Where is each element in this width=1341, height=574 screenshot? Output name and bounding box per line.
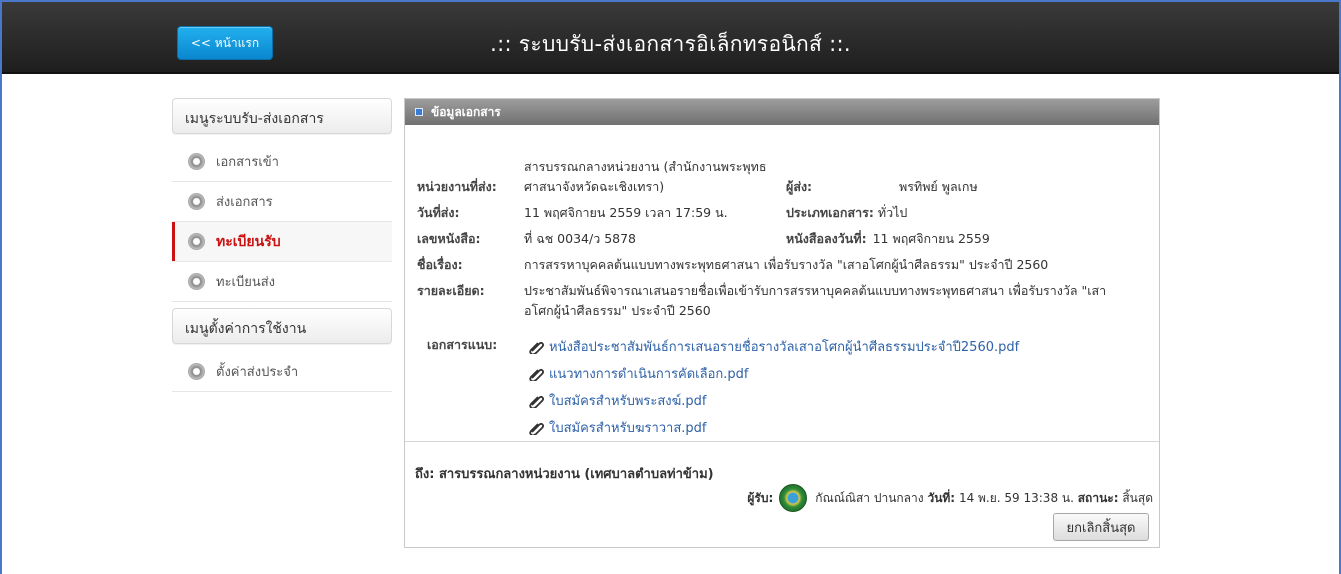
receive-date-label: วันที่: bbox=[927, 490, 956, 505]
receive-date: 14 พ.ย. 59 13:38 น. bbox=[958, 490, 1074, 505]
sidebar: เมนูระบบรับ-ส่งเอกสาร เอกสารเข้า ส่งเอกส… bbox=[172, 98, 392, 398]
subject-label: ชื่อเรื่อง: bbox=[417, 257, 463, 272]
radio-bullet-icon bbox=[188, 273, 205, 290]
sidebar-item-receive-register[interactable]: ทะเบียนรับ bbox=[172, 222, 392, 262]
sidebar-item-default-send[interactable]: ตั้งค่าส่งประจำ bbox=[172, 352, 392, 392]
doc-type-label: ประเภทเอกสาร: bbox=[786, 205, 874, 220]
attachment-link[interactable]: ใบสมัครสำหรับฆราวาส.pdf bbox=[529, 414, 1019, 441]
sender-name: พรทิพย์ พูลเกษ bbox=[899, 179, 978, 194]
detail-value: ประชาสัมพันธ์พิจารณาเสนอรายชื่อเพื่อเข้า… bbox=[524, 281, 1106, 321]
sidebar-item-label: ส่งเอกสาร bbox=[216, 195, 273, 210]
attachment-name: ใบสมัครสำหรับฆราวาส.pdf bbox=[549, 421, 707, 436]
status-label: สถานะ: bbox=[1077, 490, 1119, 505]
send-date-label: วันที่ส่ง: bbox=[417, 205, 460, 220]
radio-bullet-icon bbox=[188, 153, 205, 170]
detail-line1: ประชาสัมพันธ์พิจารณาเสนอรายชื่อเพื่อเข้า… bbox=[524, 283, 1107, 298]
document-panel: ข้อมูลเอกสาร หน่วยงานที่ส่ง: สารบรรณกลาง… bbox=[404, 98, 1160, 548]
status-value: สิ้นสุด bbox=[1122, 490, 1153, 505]
sidebar-item-send[interactable]: ส่งเอกสาร bbox=[172, 182, 392, 222]
attachment-name: แนวทางการดำเนินการคัดเลือก.pdf bbox=[549, 367, 749, 382]
paperclip-icon bbox=[529, 341, 545, 354]
doc-date-label: หนังสือลงวันที่: bbox=[786, 231, 867, 246]
subject-value: การสรรหาบุคคลต้นแบบทางพระพุทธศาสนา เพื่อ… bbox=[524, 257, 1049, 272]
sidebar-item-label: ตั้งค่าส่งประจำ bbox=[216, 365, 299, 380]
sidebar-item-inbox[interactable]: เอกสารเข้า bbox=[172, 142, 392, 182]
document-details: หน่วยงานที่ส่ง: สารบรรณกลางหน่วยงาน (สำน… bbox=[417, 157, 1147, 441]
attachment-link[interactable]: หนังสือประชาสัมพันธ์การเสนอรายชื่อรางวัล… bbox=[529, 333, 1019, 360]
panel-title: ข้อมูลเอกสาร bbox=[431, 104, 501, 119]
divider bbox=[405, 441, 1159, 442]
radio-bullet-icon bbox=[188, 363, 205, 380]
sidebar-item-label: ทะเบียนรับ bbox=[216, 233, 281, 250]
menu-section-settings-title: เมนูตั้งค่าการใช้งาน bbox=[172, 308, 392, 344]
app-header: << หน้าแรก .:: ระบบรับ-ส่งเอกสารอิเล็กทร… bbox=[2, 2, 1339, 74]
receiver-name: กัณณ์ณิสา ปานกลาง bbox=[815, 490, 924, 505]
send-date-value: 11 พฤศจิกายน 2559 เวลา 17:59 น. bbox=[524, 205, 728, 220]
attachment-link[interactable]: แนวทางการดำเนินการคัดเลือก.pdf bbox=[529, 360, 1019, 387]
detail-label: รายละเอียด: bbox=[417, 283, 485, 298]
detail-row-subject: ชื่อเรื่อง: การสรรหาบุคคลต้นแบบทางพระพุท… bbox=[417, 255, 1147, 275]
detail-row-sender: หน่วยงานที่ส่ง: สารบรรณกลางหน่วยงาน (สำน… bbox=[417, 157, 1147, 197]
agency-seal-icon bbox=[779, 484, 808, 512]
attachments-row: เอกสารแนบ: หนังสือประชาสัมพันธ์การเสนอรา… bbox=[417, 333, 1147, 441]
paperclip-icon bbox=[529, 395, 545, 408]
sender-unit-label: หน่วยงานที่ส่ง: bbox=[417, 179, 497, 194]
recipient-unit: ถึง: สารบรรณกลางหน่วยงาน (เทศบาลตำบลท่าข… bbox=[415, 467, 714, 482]
doc-type-value: ทั่วไป bbox=[877, 205, 908, 220]
sender-unit-line2: ศาสนาจังหวัดฉะเชิงเทรา) bbox=[524, 179, 665, 194]
sender-label: ผู้ส่ง: bbox=[786, 179, 813, 194]
detail-row-date: วันที่ส่ง: 11 พฤศจิกายน 2559 เวลา 17:59 … bbox=[417, 203, 1147, 223]
detail-row-description: รายละเอียด: ประชาสัมพันธ์พิจารณาเสนอรายช… bbox=[417, 281, 1147, 321]
attachment-name: หนังสือประชาสัมพันธ์การเสนอรายชื่อรางวัล… bbox=[549, 340, 1020, 355]
attachments-list: หนังสือประชาสัมพันธ์การเสนอรายชื่อรางวัล… bbox=[529, 333, 1019, 441]
radio-bullet-icon bbox=[188, 233, 205, 250]
detail-line2: อโศกผู้นำศีลธรรม" ประจำปี 2560 bbox=[524, 303, 711, 318]
sidebar-item-label: ทะเบียนส่ง bbox=[216, 275, 276, 290]
radio-bullet-icon bbox=[188, 193, 205, 210]
menu-list-documents: เอกสารเข้า ส่งเอกสาร ทะเบียนรับ ทะเบียนส… bbox=[172, 142, 392, 302]
attachments-label: เอกสารแนบ: bbox=[427, 337, 498, 352]
paperclip-icon bbox=[529, 368, 545, 381]
attachment-name: ใบสมัครสำหรับพระสงฆ์.pdf bbox=[549, 394, 707, 409]
doc-no-label: เลขหนังสือ: bbox=[417, 231, 481, 246]
attachment-link[interactable]: ใบสมัครสำหรับพระสงฆ์.pdf bbox=[529, 387, 1019, 414]
menu-section-documents-title: เมนูระบบรับ-ส่งเอกสาร bbox=[172, 98, 392, 134]
panel-header: ข้อมูลเอกสาร bbox=[405, 99, 1159, 125]
receipt-info: ผู้รับ: กัณณ์ณิสา ปานกลาง วันที่: 14 พ.ย… bbox=[747, 484, 1153, 512]
detail-row-docno: เลขหนังสือ: ที่ ฉช 0034/ว 5878 หนังสือลง… bbox=[417, 229, 1147, 249]
menu-list-settings: ตั้งค่าส่งประจำ bbox=[172, 352, 392, 392]
sender-unit-line1: สารบรรณกลางหน่วยงาน (สำนักงานพระพุทธ bbox=[524, 159, 767, 174]
app-title: .:: ระบบรับ-ส่งเอกสารอิเล็กทรอนิกส์ ::. bbox=[490, 32, 851, 56]
sidebar-item-send-register[interactable]: ทะเบียนส่ง bbox=[172, 262, 392, 302]
paperclip-icon bbox=[529, 422, 545, 435]
sender-unit-value: สารบรรณกลางหน่วยงาน (สำนักงานพระพุทธ ศาส… bbox=[524, 157, 786, 197]
doc-date-value: 11 พฤศจิกายน 2559 bbox=[872, 231, 990, 246]
receiver-label: ผู้รับ: bbox=[747, 490, 774, 505]
sidebar-item-label: เอกสารเข้า bbox=[216, 155, 279, 170]
doc-no-value: ที่ ฉช 0034/ว 5878 bbox=[524, 231, 637, 246]
square-bullet-icon bbox=[415, 108, 423, 116]
cancel-finish-button[interactable]: ยกเลิกสิ้นสุด bbox=[1053, 513, 1149, 541]
